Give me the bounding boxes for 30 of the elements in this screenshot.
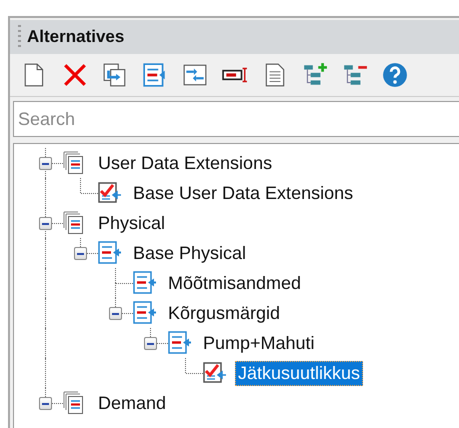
expand-toggle[interactable]: [39, 217, 52, 230]
expand-toggle[interactable]: [39, 397, 52, 410]
list-arrow-icon: [133, 271, 157, 295]
tree-item[interactable]: Kõrgusmärgid: [165, 300, 284, 326]
list-arrow-icon: [133, 301, 157, 325]
expand-toggle[interactable]: [39, 157, 52, 170]
tree-item[interactable]: User Data Extensions: [95, 150, 276, 176]
panel-title: Alternatives: [27, 27, 124, 47]
tree-item[interactable]: Pump+Mahuti: [200, 330, 318, 356]
tree-item[interactable]: Base User Data Extensions: [130, 180, 356, 206]
tree-item[interactable]: Base Physical: [130, 240, 250, 266]
grip-icon[interactable]: [18, 25, 21, 49]
expand-toggle[interactable]: [109, 307, 122, 320]
tree-add-icon[interactable]: [302, 62, 328, 88]
expand-toggle[interactable]: [144, 337, 157, 350]
delete-icon[interactable]: [62, 62, 88, 88]
help-icon[interactable]: [382, 62, 408, 88]
tree-item[interactable]: Physical: [95, 210, 168, 236]
tree-item[interactable]: Demand: [95, 390, 170, 416]
search-field[interactable]: Search: [13, 101, 459, 137]
checklist-icon: [98, 181, 122, 205]
copy-icon[interactable]: [102, 62, 128, 88]
list-arrow-icon: [98, 241, 122, 265]
tree-item[interactable]: Jätkusuutlikkus: [235, 360, 364, 386]
tree-item[interactable]: Mõõtmisandmed: [165, 270, 304, 296]
checklist-icon: [203, 361, 227, 385]
expand-toggle[interactable]: [74, 247, 87, 260]
list-arrow-icon[interactable]: [142, 62, 168, 88]
arrows-list-icon[interactable]: [182, 62, 208, 88]
list-arrow-icon: [168, 331, 192, 355]
